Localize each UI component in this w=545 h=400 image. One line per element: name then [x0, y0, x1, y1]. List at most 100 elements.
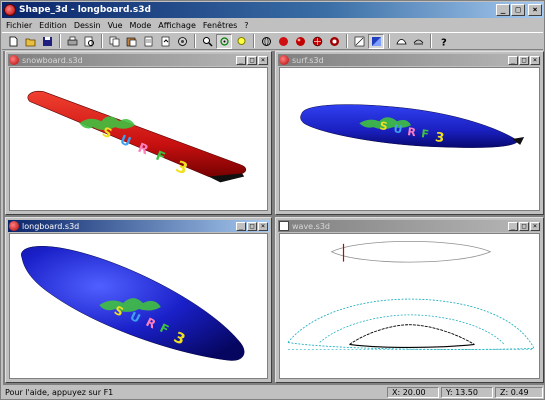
svg-text:?: ?: [441, 37, 447, 47]
shade-button[interactable]: [368, 33, 384, 49]
minimize-button[interactable]: _: [508, 55, 518, 65]
copy-button[interactable]: [106, 34, 122, 49]
child-window-wave[interactable]: wave.s3d _ □ ×: [275, 217, 544, 383]
child-title-bar[interactable]: longboard.s3d _ □ ×: [8, 220, 269, 232]
viewport-2d[interactable]: [279, 233, 540, 379]
toolbar-separator: [59, 34, 61, 48]
sphere-icon: [279, 55, 289, 65]
viewport-3d[interactable]: S U R F 3: [9, 67, 268, 211]
toolbar: ?: [2, 32, 543, 50]
measure-icon: [395, 38, 407, 44]
rotate-icon: [219, 36, 229, 46]
mdi-workspace: snowboard.s3d _ □ × S U R F 3 surf.s3d _…: [3, 51, 544, 385]
render-wire-icon: [261, 36, 271, 46]
open-button[interactable]: [22, 34, 38, 49]
status-x: X: 20.00: [387, 387, 439, 398]
new-file-button[interactable]: [5, 34, 21, 49]
menu-help[interactable]: ?: [244, 21, 248, 30]
child-title: wave.s3d: [292, 221, 330, 231]
child-title-bar[interactable]: wave.s3d _ □ ×: [278, 220, 541, 232]
toolbar-separator: [253, 34, 255, 48]
maximize-button[interactable]: □: [519, 55, 529, 65]
zoom-button[interactable]: [199, 34, 215, 49]
status-bar: Pour l'aide, appuyez sur F1 X: 20.00 Y: …: [2, 386, 543, 399]
menu-edition[interactable]: Edition: [39, 21, 67, 30]
minimize-button[interactable]: _: [236, 55, 246, 65]
wave-outline-drawing: [287, 241, 535, 350]
toolbar-separator: [101, 34, 103, 48]
child-window-surf[interactable]: surf.s3d _ □ × S U R F 3: [275, 51, 544, 215]
open-folder-icon: [25, 38, 35, 46]
outline-button[interactable]: [410, 34, 426, 49]
render-solid-icon: [295, 36, 305, 46]
close-button[interactable]: ×: [530, 221, 540, 231]
render-texture-button[interactable]: [309, 34, 325, 49]
toolbar-separator: [388, 34, 390, 48]
menu-fichier[interactable]: Fichier: [6, 21, 32, 30]
viewport-3d[interactable]: S U R F 3: [279, 67, 540, 211]
menu-affichage[interactable]: Affichage: [158, 21, 196, 30]
render-red-icon: [278, 36, 288, 46]
surfboard-render: S U R F 3: [300, 104, 525, 148]
child-window-snowboard[interactable]: snowboard.s3d _ □ × S U R F 3: [5, 51, 272, 215]
longboard-render: S U R F 3: [21, 246, 245, 361]
render-red-button[interactable]: [275, 34, 291, 49]
close-button[interactable]: ×: [528, 4, 542, 16]
menu-fenetres[interactable]: Fenêtres: [203, 21, 237, 30]
shade-icon: [371, 36, 381, 46]
menu-vue[interactable]: Vue: [108, 21, 123, 30]
close-button[interactable]: ×: [530, 55, 540, 65]
wave-doc-icon: [279, 221, 289, 231]
print-button[interactable]: [64, 34, 80, 49]
document-icon: [144, 36, 152, 46]
menu-bar: Fichier Edition Dessin Vue Mode Affichag…: [2, 19, 543, 32]
maximize-button[interactable]: □: [247, 221, 257, 231]
child-title-bar[interactable]: snowboard.s3d _ □ ×: [8, 54, 269, 66]
new-file-icon: [9, 36, 17, 46]
menu-dessin[interactable]: Dessin: [74, 21, 101, 30]
child-title: longboard.s3d: [22, 221, 80, 231]
sphere-icon: [9, 55, 19, 65]
minimize-button[interactable]: _: [508, 221, 518, 231]
render-solid-button[interactable]: [292, 34, 308, 49]
rotate-button[interactable]: [216, 33, 232, 49]
app-window: Shape_3d - longboard.s3d _ □ × Fichier E…: [0, 0, 545, 400]
save-button[interactable]: [39, 34, 55, 49]
toolbar-separator: [430, 34, 432, 48]
render-axes-icon: [329, 36, 339, 46]
close-button[interactable]: ×: [258, 221, 268, 231]
render-axes-button[interactable]: [326, 34, 342, 49]
close-button[interactable]: ×: [258, 55, 268, 65]
help-button[interactable]: ?: [435, 34, 451, 49]
snowboard-render: S U R F 3: [27, 90, 247, 183]
export-button[interactable]: [157, 34, 173, 49]
view-toggle-button[interactable]: [351, 34, 367, 49]
export-icon: [161, 36, 169, 46]
maximize-button[interactable]: □: [519, 221, 529, 231]
status-z: Z: 0.49: [495, 387, 543, 398]
settings-button[interactable]: [174, 34, 190, 49]
menu-mode[interactable]: Mode: [129, 21, 151, 30]
paste-button[interactable]: [123, 34, 139, 49]
app-icon[interactable]: [4, 4, 16, 16]
viewport-3d[interactable]: S U R F 3: [9, 233, 268, 379]
light-button[interactable]: [233, 34, 249, 49]
maximize-button[interactable]: □: [511, 4, 525, 16]
status-message: Pour l'aide, appuyez sur F1: [5, 388, 114, 397]
minimize-button[interactable]: _: [236, 221, 246, 231]
measure-button[interactable]: [393, 34, 409, 49]
minimize-button[interactable]: _: [496, 4, 510, 16]
child-window-longboard[interactable]: longboard.s3d _ □ × S U R F 3: [5, 217, 272, 383]
document-button[interactable]: [140, 34, 156, 49]
toolbar-separator: [194, 34, 196, 48]
render-wire-button[interactable]: [258, 34, 274, 49]
view-toggle-icon: [354, 36, 364, 46]
status-y: Y: 13.50: [441, 387, 493, 398]
child-title-bar[interactable]: surf.s3d _ □ ×: [278, 54, 541, 66]
svg-text:U: U: [393, 122, 404, 136]
copy-icon: [109, 36, 119, 46]
print-preview-button[interactable]: [81, 34, 97, 49]
sphere-icon: [9, 221, 19, 231]
maximize-button[interactable]: □: [247, 55, 257, 65]
title-bar[interactable]: Shape_3d - longboard.s3d _ □ ×: [2, 2, 543, 18]
